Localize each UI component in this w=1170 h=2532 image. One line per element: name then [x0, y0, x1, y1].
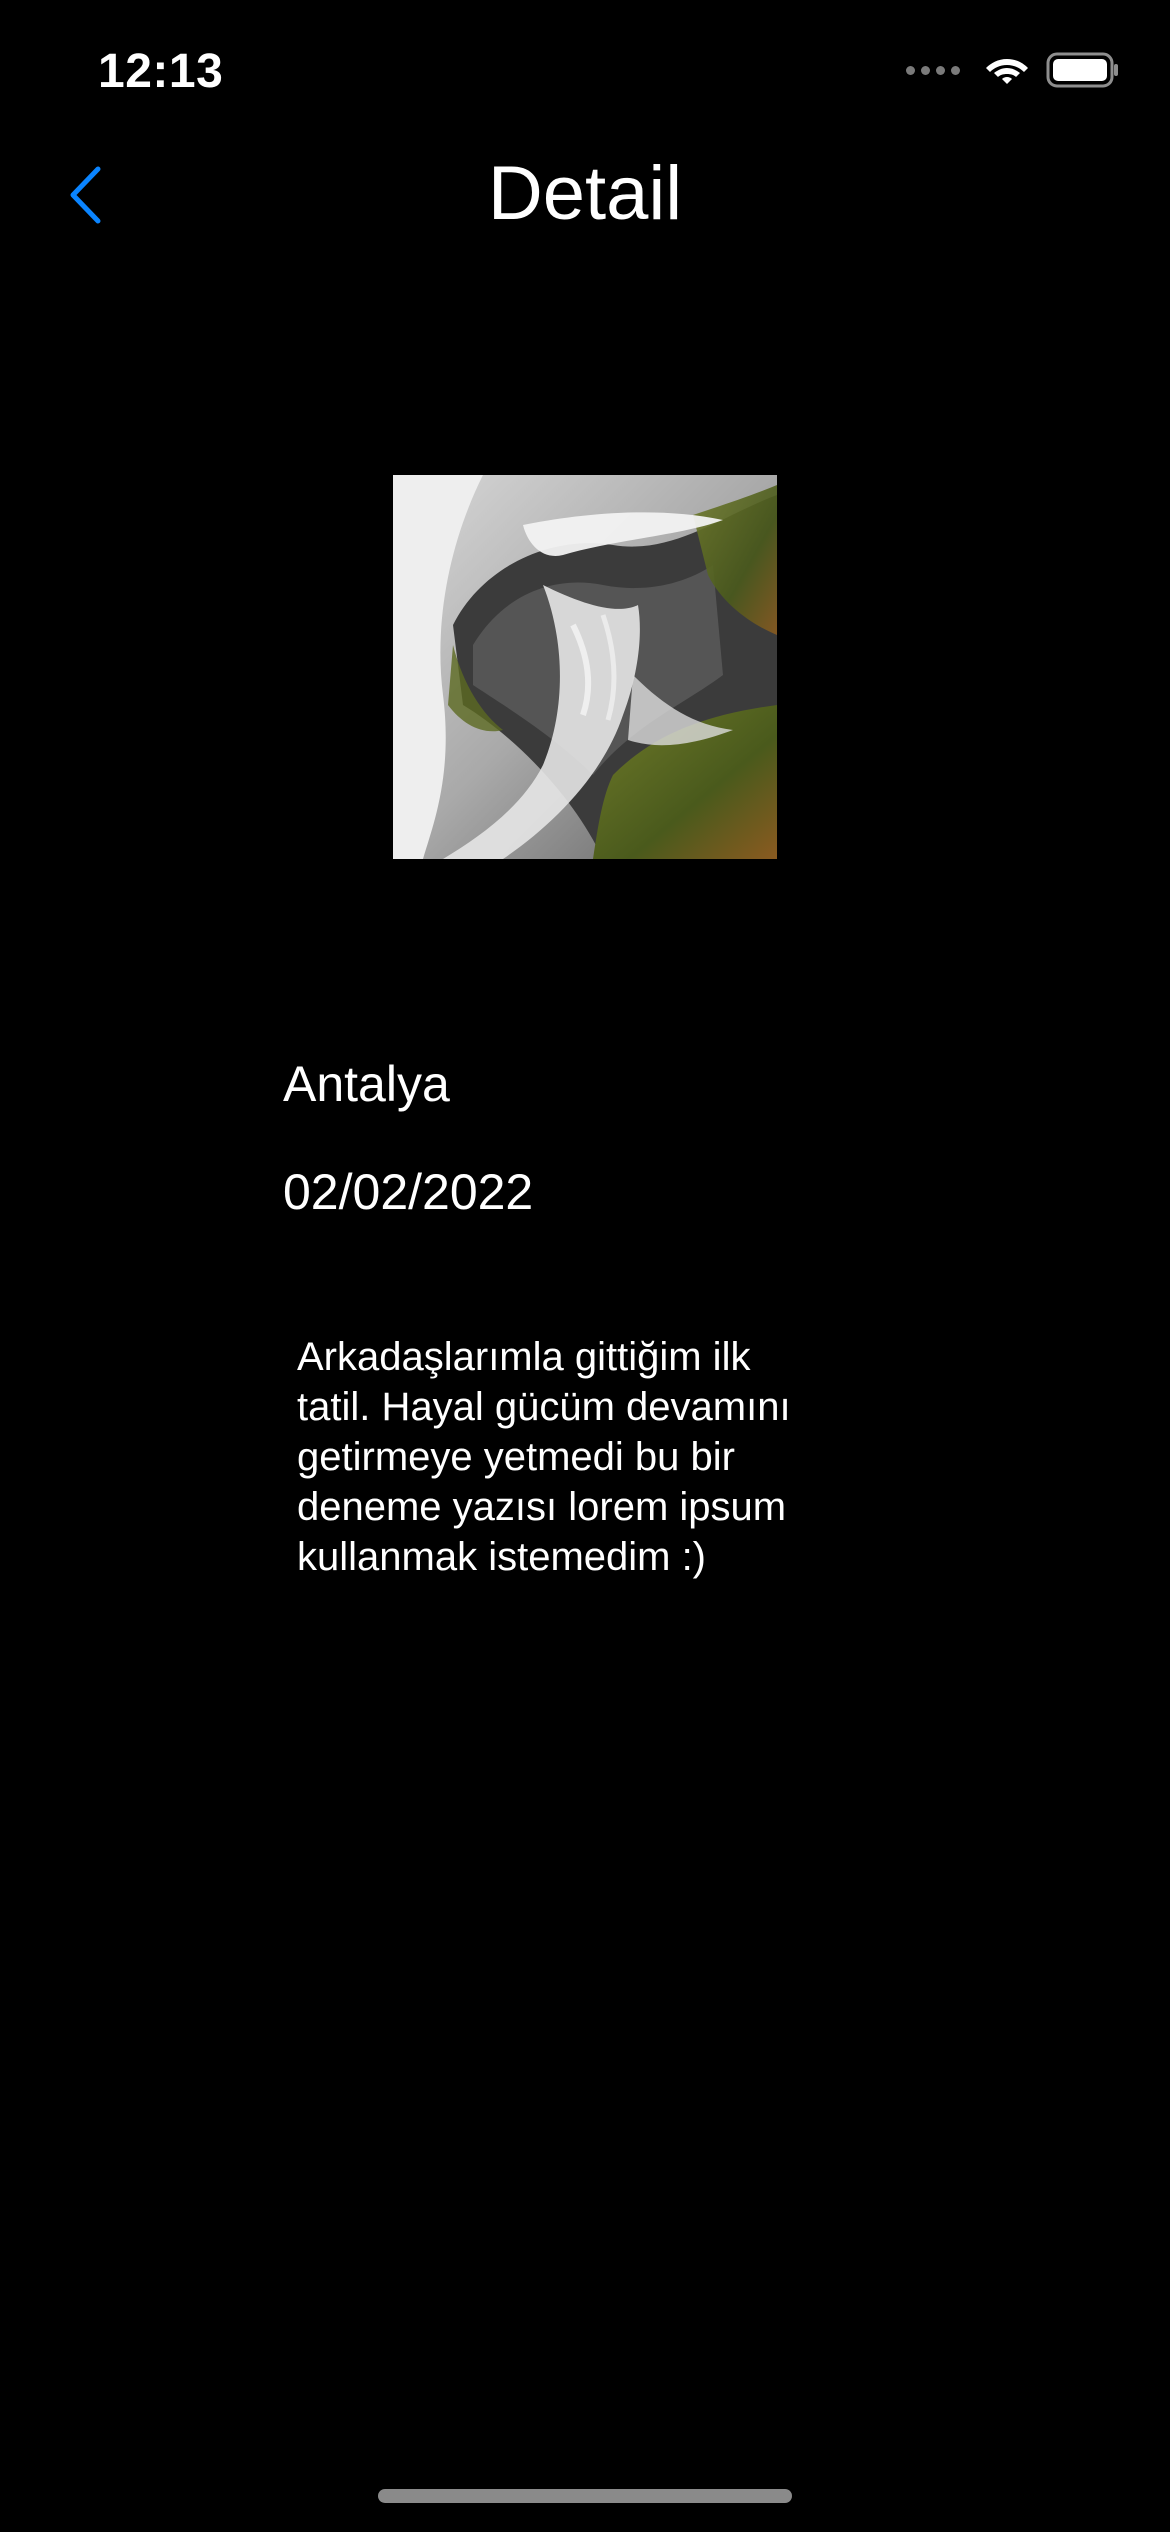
place-label: Antalya — [283, 1056, 450, 1112]
home-indicator[interactable] — [378, 2489, 792, 2503]
status-time: 12:13 — [98, 45, 224, 98]
status-bar: 12:13 — [0, 0, 1170, 150]
date-label: 02/02/2022 — [283, 1164, 534, 1220]
battery-icon — [1046, 52, 1118, 88]
page-title: Detail — [487, 151, 683, 236]
cellular-signal-icon — [906, 65, 960, 75]
waterfall-rock-photo — [393, 475, 777, 859]
description-text: Arkadaşlarımla gittiğim ilk tatil. Hayal… — [297, 1335, 791, 1579]
wifi-icon — [986, 59, 1028, 84]
status-icons — [906, 52, 1120, 88]
navigation-bar: Detail — [0, 140, 1170, 250]
